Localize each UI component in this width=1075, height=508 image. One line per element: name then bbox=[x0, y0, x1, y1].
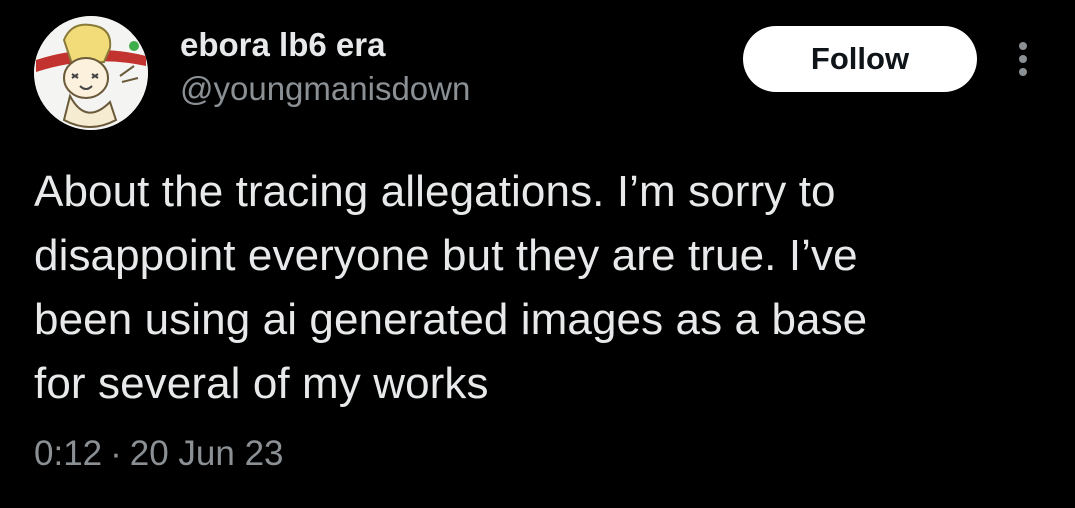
cartoon-character-avatar-icon bbox=[34, 16, 148, 130]
tweet-text: About the tracing allegations. I’m sorry… bbox=[34, 167, 868, 408]
author-handle[interactable]: @youngmanisdown bbox=[180, 70, 470, 108]
timestamp-separator: · bbox=[110, 434, 122, 473]
author-display-name[interactable]: ebora lb6 era bbox=[180, 26, 385, 64]
more-options-icon[interactable] bbox=[1009, 40, 1037, 78]
tweet-time: 0:12 bbox=[34, 434, 103, 473]
tweet-card: ebora lb6 era @youngmanisdown Follow Abo… bbox=[0, 0, 1075, 508]
tweet-date: 20 Jun 23 bbox=[129, 434, 284, 473]
avatar[interactable] bbox=[34, 16, 148, 130]
tweet-timestamp[interactable]: 0:12 · 20 Jun 23 bbox=[34, 434, 284, 474]
follow-button[interactable]: Follow bbox=[743, 26, 977, 92]
